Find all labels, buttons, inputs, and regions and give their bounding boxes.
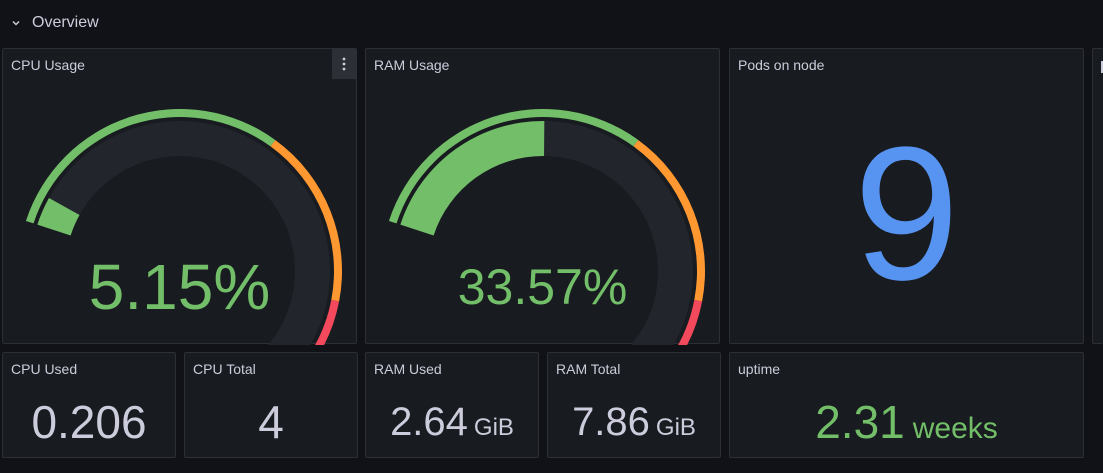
panel-title: Pods on node <box>738 57 825 73</box>
row-header-overview[interactable]: Overview <box>0 0 1103 46</box>
chevron-down-icon[interactable] <box>10 17 22 29</box>
panel-pods-on-node[interactable]: Pods on node 9 <box>729 48 1084 344</box>
unit-label: GiB <box>473 414 514 441</box>
cpu-total-value: 4 <box>258 396 284 448</box>
panel-ram-usage[interactable]: RAM Usage 33.57% <box>365 48 720 345</box>
panel-title: RAM Used <box>374 361 442 377</box>
panel-cpu-used[interactable]: CPU Used 0.206 <box>2 352 176 458</box>
ram-used-value: 2.64 GiB <box>390 400 514 444</box>
uptime-value: 2.31 weeks <box>815 396 998 448</box>
percent-unit: % <box>213 251 271 323</box>
panel-cpu-usage[interactable]: CPU Usage 5.15% <box>2 48 357 345</box>
panel-offscreen[interactable] <box>1092 48 1103 344</box>
unit-label: GiB <box>655 414 696 441</box>
panel-uptime[interactable]: uptime 2.31 weeks <box>729 352 1084 458</box>
panel-title: uptime <box>738 361 781 377</box>
row-title: Overview <box>32 14 99 31</box>
panel-cpu-total[interactable]: CPU Total 4 <box>184 352 358 458</box>
cpu-used-value: 0.206 <box>31 396 147 448</box>
panel-ram-total[interactable]: RAM Total 7.86 GiB <box>547 352 721 458</box>
unit-label: weeks <box>912 412 998 445</box>
panel-ram-used[interactable]: RAM Used 2.64 GiB <box>365 352 539 458</box>
ram-usage-value: 33.57% <box>457 259 628 315</box>
cpu-usage-value: 5.15% <box>88 251 271 323</box>
percent-unit: % <box>582 259 628 315</box>
panel-title: CPU Total <box>193 361 256 377</box>
ram-total-value: 7.86 GiB <box>572 400 696 444</box>
gauge-value-arc <box>400 120 545 236</box>
panel-title: CPU Used <box>11 361 78 377</box>
panel-title: RAM Total <box>556 361 621 377</box>
pods-count-value: 9 <box>853 108 960 320</box>
